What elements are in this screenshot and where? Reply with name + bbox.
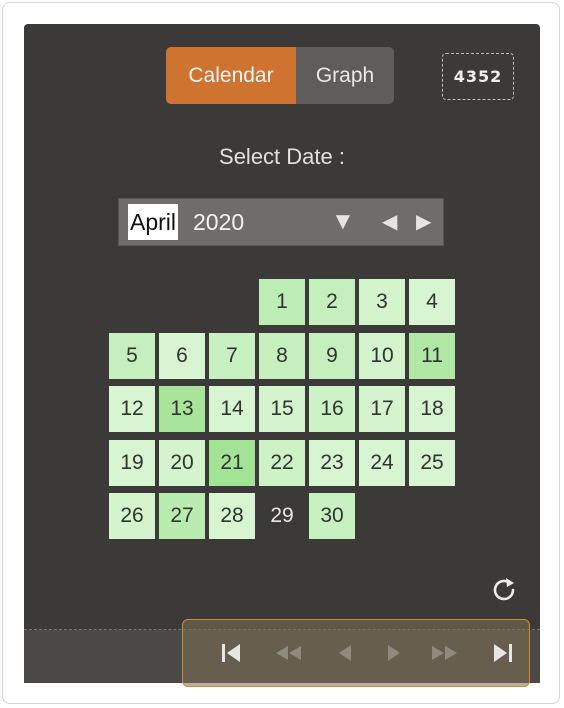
calendar-day[interactable]: 10 — [359, 332, 405, 379]
calendar-day[interactable]: 25 — [409, 439, 455, 486]
step-forward-icon[interactable] — [378, 640, 408, 666]
fast-forward-icon[interactable] — [428, 640, 458, 666]
view-toggle: Calendar Graph — [166, 47, 394, 104]
tab-graph[interactable]: Graph — [296, 47, 394, 104]
calendar-panel: Calendar Graph 4352 Select Date : April … — [24, 24, 540, 687]
calendar-grid: 1 2 3 4 5 6 7 8 9 10 11 12 13 14 15 16 17 18 19 20 21 22 23 24 2… — [109, 279, 459, 541]
first-icon[interactable] — [217, 640, 247, 666]
calendar-day[interactable]: 30 — [309, 493, 355, 539]
previous-month-icon[interactable]: ◀ — [382, 204, 397, 240]
calendar-day[interactable]: 1 — [259, 279, 305, 325]
refresh-icon[interactable] — [490, 576, 520, 606]
calendar-day[interactable]: 16 — [309, 386, 355, 432]
calendar-day[interactable]: 14 — [209, 386, 255, 432]
select-date-label: Select Date : — [219, 144, 345, 169]
step-back-icon[interactable] — [331, 640, 361, 666]
calendar-day[interactable]: 26 — [109, 493, 155, 539]
calendar-day[interactable]: 19 — [109, 439, 155, 486]
calendar-day[interactable]: 9 — [309, 332, 355, 379]
calendar-day[interactable]: 6 — [159, 332, 205, 379]
rewind-icon[interactable] — [271, 640, 301, 666]
playback-controls — [182, 619, 530, 687]
calendar-day[interactable]: 15 — [259, 386, 305, 432]
calendar-day[interactable]: 27 — [159, 493, 205, 539]
calendar-day[interactable]: 28 — [209, 493, 255, 539]
calendar-day[interactable]: 13 — [159, 386, 205, 432]
calendar-day[interactable]: 4 — [409, 279, 455, 325]
calendar-day[interactable]: 29 — [259, 493, 305, 539]
last-icon[interactable] — [488, 640, 518, 666]
month-year-picker: April 2020 ▼ ◀ ▶ — [118, 198, 444, 246]
calendar-day[interactable]: 2 — [309, 279, 355, 325]
calendar-day[interactable]: 11 — [409, 332, 455, 379]
calendar-day[interactable]: 23 — [309, 439, 355, 486]
calendar-day[interactable]: 3 — [359, 279, 405, 325]
dropdown-icon[interactable]: ▼ — [331, 204, 355, 240]
next-month-icon[interactable]: ▶ — [416, 204, 431, 240]
tab-calendar[interactable]: Calendar — [166, 47, 296, 104]
count-badge: 4352 — [442, 53, 514, 100]
calendar-day[interactable]: 21 — [209, 439, 255, 486]
calendar-day[interactable]: 12 — [109, 386, 155, 432]
calendar-day[interactable]: 20 — [159, 439, 205, 486]
calendar-day[interactable]: 8 — [259, 332, 305, 379]
calendar-day[interactable]: 24 — [359, 439, 405, 486]
calendar-day[interactable]: 7 — [209, 332, 255, 379]
calendar-day[interactable]: 5 — [109, 332, 155, 379]
calendar-day[interactable]: 18 — [409, 386, 455, 432]
year-field[interactable]: 2020 — [193, 204, 244, 240]
calendar-day[interactable]: 22 — [259, 439, 305, 486]
month-field[interactable]: April — [128, 204, 179, 240]
calendar-day[interactable]: 17 — [359, 386, 405, 432]
